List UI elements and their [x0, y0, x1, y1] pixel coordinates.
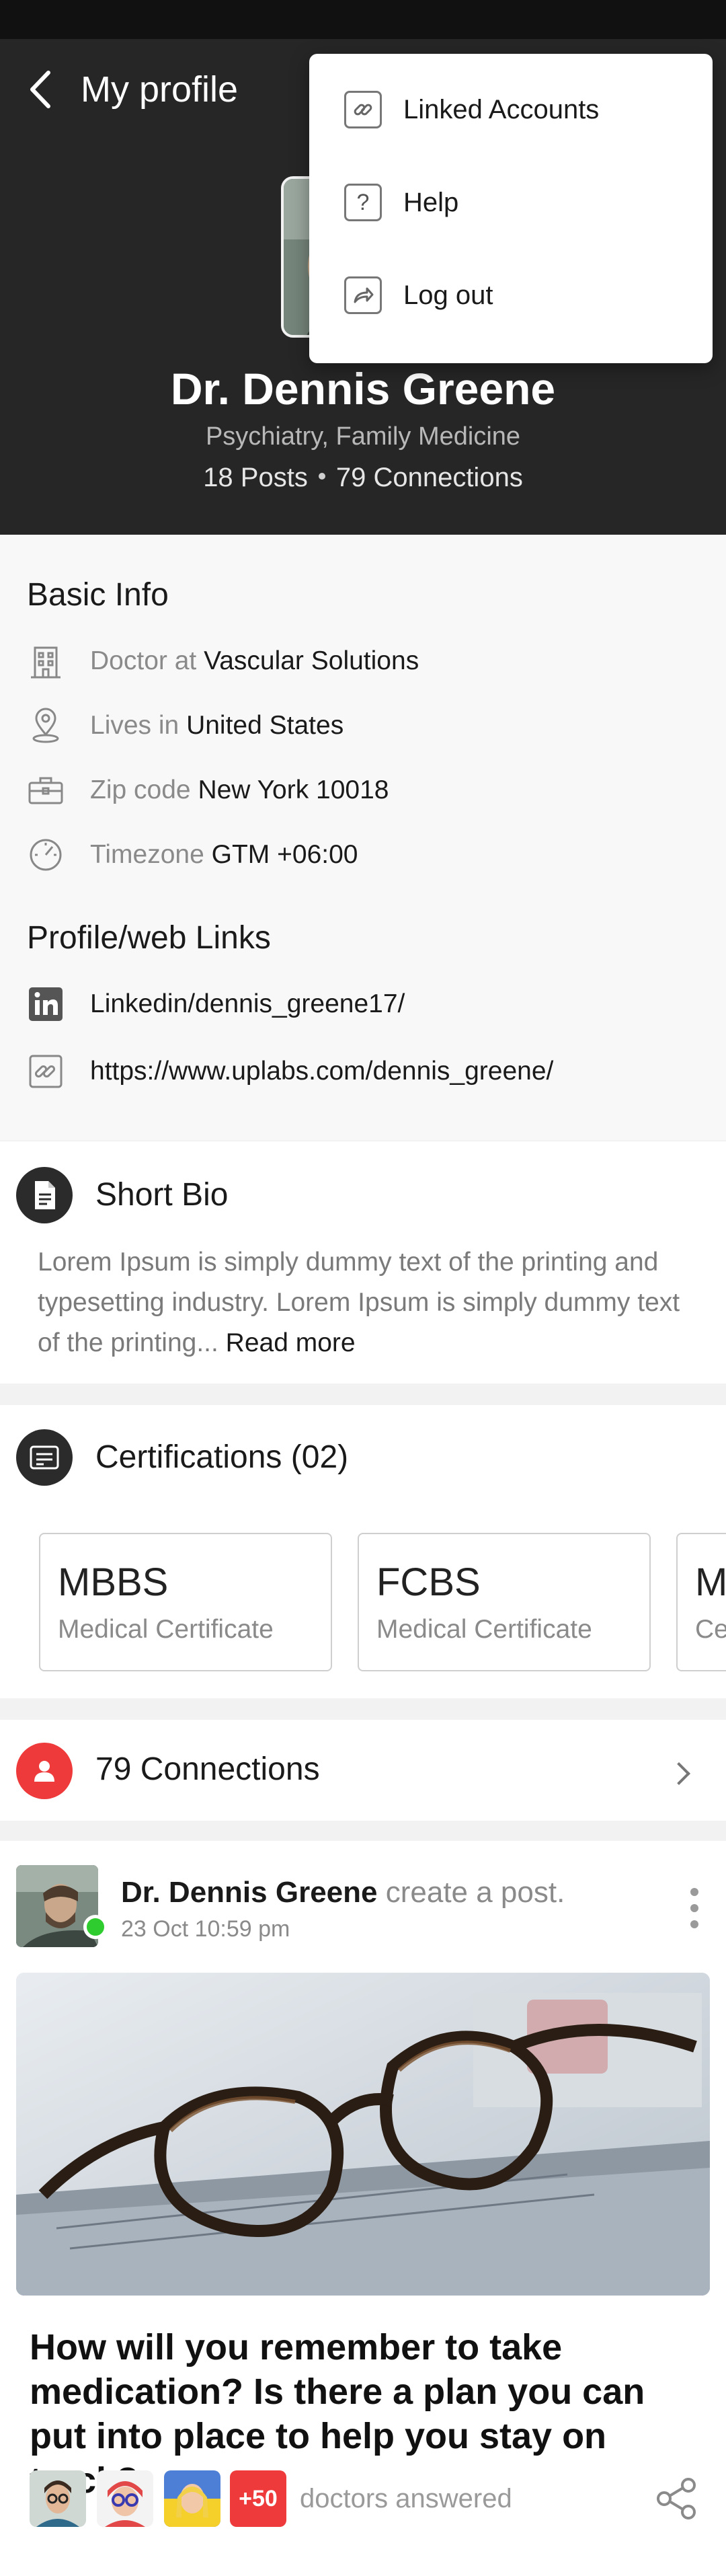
- gauge-icon: [27, 836, 65, 874]
- post-header: Dr. Dennis Greene create a post.: [121, 1876, 565, 1909]
- link-row-linkedin[interactable]: Linkedin/dennis_greene17/: [27, 984, 405, 1024]
- responder-avatar[interactable]: [97, 2470, 153, 2527]
- certificate-card[interactable]: FCBS Medical Certificate: [358, 1533, 651, 1671]
- chevron-right-icon: [668, 1762, 690, 1785]
- info-value: GTM +06:00: [211, 840, 358, 869]
- answered-label: doctors answered: [300, 2484, 512, 2513]
- info-label: Zip code: [90, 775, 191, 804]
- menu-item-log-out[interactable]: Log out: [309, 249, 713, 342]
- menu-item-label: Linked Accounts: [403, 94, 600, 124]
- link-icon: [344, 91, 382, 128]
- menu-item-label: Log out: [403, 280, 493, 310]
- overflow-menu: Linked Accounts ? Help Log out: [309, 54, 713, 363]
- info-row-location: Lives in United States: [27, 706, 344, 746]
- responder-avatar[interactable]: [164, 2470, 220, 2527]
- info-row-zip: Zip code New York 10018: [27, 770, 389, 810]
- website-link[interactable]: https://www.uplabs.com/dennis_greene/: [90, 1057, 553, 1086]
- more-responders-badge[interactable]: +50: [230, 2470, 286, 2527]
- basic-info-title: Basic Info: [27, 577, 169, 613]
- page-title: My profile: [81, 69, 239, 110]
- read-more-link[interactable]: Read more: [226, 1328, 356, 1357]
- certificate-subtitle: Medical Certificate: [376, 1615, 592, 1644]
- profile-specialty: Psychiatry, Family Medicine: [205, 422, 521, 451]
- post-action: create a post.: [385, 1876, 565, 1909]
- info-value: New York 10018: [198, 775, 389, 804]
- connections-count[interactable]: 79 Connections: [336, 463, 523, 492]
- info-label: Lives in: [90, 711, 179, 740]
- short-bio-text: Lorem Ipsum is simply dummy text of the …: [38, 1242, 696, 1363]
- certificate-subtitle: Medical Certificate: [58, 1615, 274, 1644]
- info-row-timezone: Timezone GTM +06:00: [27, 835, 358, 875]
- certificate-icon: [16, 1429, 73, 1486]
- menu-item-label: Help: [403, 187, 459, 217]
- connections-label: 79 Connections: [95, 1751, 320, 1787]
- link-icon: [27, 1053, 65, 1090]
- menu-item-linked-accounts[interactable]: Linked Accounts: [309, 63, 713, 156]
- info-label: Doctor at: [90, 646, 197, 675]
- link-row-website[interactable]: https://www.uplabs.com/dennis_greene/: [27, 1051, 553, 1092]
- post-card: Dr. Dennis Greene create a post. 23 Oct …: [0, 1841, 726, 2576]
- info-value: United States: [186, 711, 344, 740]
- back-arrow-icon[interactable]: [26, 67, 55, 112]
- online-status-dot: [83, 1915, 108, 1939]
- share-icon[interactable]: [653, 2476, 699, 2522]
- certificate-title: FCBS: [376, 1560, 481, 1604]
- logout-icon: [344, 276, 382, 314]
- info-value: Vascular Solutions: [204, 646, 419, 675]
- more-options-icon[interactable]: [690, 1888, 699, 1928]
- user-icon: [16, 1743, 73, 1799]
- linkedin-icon: [27, 985, 65, 1023]
- building-icon: [27, 642, 65, 680]
- basic-info-section: Basic Info Doctor at Vascular Solutions …: [0, 535, 726, 1140]
- certificate-card[interactable]: M Ce: [676, 1533, 726, 1671]
- post-timestamp: 23 Oct 10:59 pm: [121, 1916, 290, 1942]
- separator-dot: [318, 473, 325, 480]
- info-row-workplace: Doctor at Vascular Solutions: [27, 641, 419, 681]
- profile-name: Dr. Dennis Greene: [170, 364, 556, 414]
- responder-avatar[interactable]: [30, 2470, 86, 2527]
- certificate-card[interactable]: MBBS Medical Certificate: [39, 1533, 332, 1671]
- short-bio-card: Short Bio Lorem Ipsum is simply dummy te…: [0, 1141, 726, 1384]
- certifications-title: Certifications (02): [95, 1439, 349, 1475]
- post-author-name[interactable]: Dr. Dennis Greene: [121, 1876, 377, 1909]
- short-bio-title: Short Bio: [95, 1177, 229, 1213]
- info-label: Timezone: [90, 840, 204, 869]
- help-icon: ?: [344, 184, 382, 221]
- status-bar: [0, 0, 726, 39]
- certificate-subtitle: Ce: [695, 1615, 726, 1644]
- document-icon: [16, 1167, 73, 1223]
- profile-stats: 18 Posts 79 Connections: [0, 463, 726, 493]
- menu-item-help[interactable]: ? Help: [309, 156, 713, 249]
- post-image[interactable]: [16, 1973, 710, 2296]
- connections-row[interactable]: 79 Connections: [0, 1720, 726, 1821]
- linkedin-link[interactable]: Linkedin/dennis_greene17/: [90, 989, 405, 1018]
- certificate-title: MBBS: [58, 1560, 169, 1604]
- posts-count[interactable]: 18 Posts: [203, 463, 308, 492]
- certificate-title: M: [695, 1560, 726, 1604]
- location-pin-icon: [27, 707, 65, 745]
- certifications-card: Certifications (02) MBBS Medical Certifi…: [0, 1405, 726, 1698]
- bio-body: Lorem Ipsum is simply dummy text of the …: [38, 1248, 680, 1357]
- web-links-title: Profile/web Links: [27, 920, 271, 956]
- briefcase-icon: [27, 771, 65, 809]
